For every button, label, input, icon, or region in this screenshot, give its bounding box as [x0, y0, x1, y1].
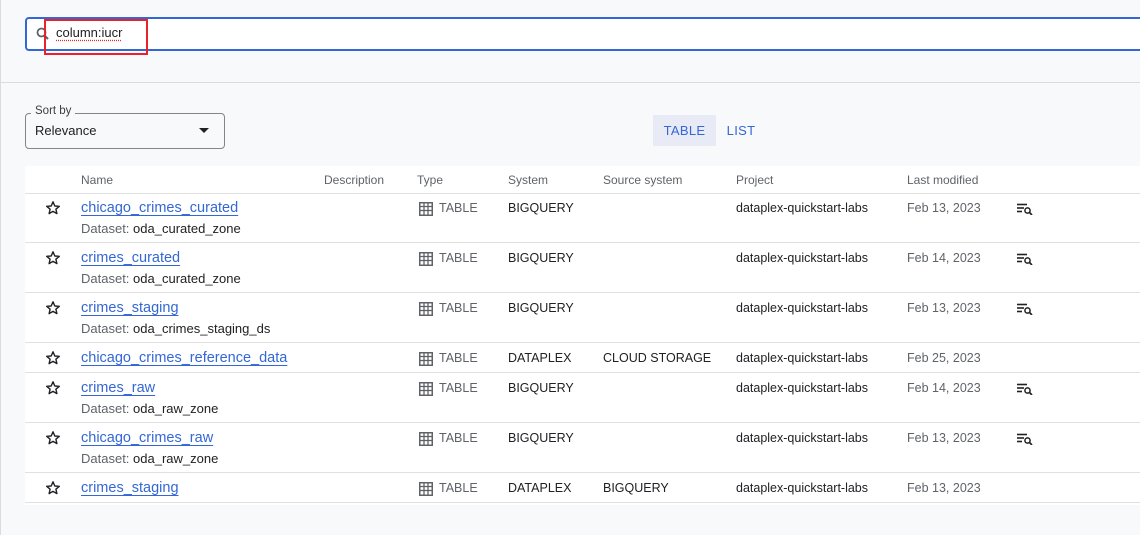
sort-by-label: Sort by	[31, 105, 76, 117]
entry-name-link[interactable]: crimes_raw	[81, 380, 155, 396]
entry-project: dataplex-quickstart-labs	[736, 251, 869, 265]
entry-name-link[interactable]: chicago_crimes_reference_data	[81, 350, 287, 366]
entry-project: dataplex-quickstart-labs	[736, 201, 869, 215]
table-row: crimes_raw Dataset: oda_raw_zone TABLE BIGQ…	[25, 373, 1140, 423]
entry-dataset: Dataset: oda_curated_zone	[81, 271, 241, 286]
entry-project: dataplex-quickstart-labs	[736, 431, 869, 445]
entry-type: TABLE	[439, 301, 478, 315]
entry-type: TABLE	[439, 481, 478, 495]
star-icon[interactable]	[45, 200, 61, 216]
table-row: crimes_staging Dataset: oda_crimes_stagin…	[25, 293, 1140, 343]
entry-system: BIGQUERY	[508, 251, 574, 265]
table-icon	[419, 482, 433, 496]
table-icon	[419, 302, 433, 316]
entry-system: DATAPLEX	[508, 481, 572, 495]
entry-system: BIGQUERY	[508, 381, 574, 395]
dataset-label: Dataset:	[81, 401, 130, 416]
dataset-value: oda_raw_zone	[133, 451, 219, 466]
dataset-value: oda_crimes_staging_ds	[133, 321, 271, 336]
header-type: Type	[417, 173, 444, 187]
entry-last-modified: Feb 13, 2023	[907, 301, 981, 315]
entry-system: DATAPLEX	[508, 351, 572, 365]
entry-project: dataplex-quickstart-labs	[736, 301, 869, 315]
header-project: Project	[736, 173, 774, 187]
header-name[interactable]: Name	[81, 173, 113, 187]
entry-type: TABLE	[439, 381, 478, 395]
data-profile-icon[interactable]	[1017, 383, 1033, 395]
table-icon	[419, 352, 433, 366]
entry-dataset: Dataset: oda_raw_zone	[81, 451, 218, 466]
data-profile-icon[interactable]	[1017, 303, 1033, 315]
entry-project: dataplex-quickstart-labs	[736, 351, 869, 365]
sort-by-value[interactable]: Relevance	[35, 123, 96, 138]
entry-project: dataplex-quickstart-labs	[736, 381, 869, 395]
entry-type: TABLE	[439, 431, 478, 445]
view-list-button[interactable]: LIST	[721, 115, 761, 146]
dataset-value: oda_curated_zone	[133, 221, 241, 236]
dataset-value: oda_raw_zone	[133, 401, 219, 416]
view-table-button[interactable]: TABLE	[653, 115, 716, 146]
data-profile-icon[interactable]	[1017, 253, 1033, 265]
entry-name-link[interactable]: crimes_staging	[81, 480, 179, 496]
header-source-system: Source system	[603, 173, 683, 187]
highlight-annotation	[44, 19, 148, 55]
star-icon[interactable]	[45, 380, 61, 396]
table-header: Name Description Type System Source syst…	[25, 166, 1140, 194]
entry-name-link[interactable]: chicago_crimes_curated	[81, 200, 238, 216]
header-system: System	[508, 173, 549, 187]
table-icon	[419, 432, 433, 446]
header-description: Description	[324, 173, 385, 187]
entry-last-modified: Feb 13, 2023	[907, 481, 981, 495]
entry-system: BIGQUERY	[508, 301, 574, 315]
entry-dataset: Dataset: oda_crimes_staging_ds	[81, 321, 270, 336]
dropdown-caret-icon[interactable]	[199, 128, 209, 133]
search-box[interactable]: column:iucr	[25, 17, 1140, 51]
table-row: chicago_crimes_reference_data TABLE DATAPL…	[25, 343, 1140, 373]
table-row: crimes_staging TABLE DATAPLEX BIGQUERY datap…	[25, 473, 1140, 503]
dataset-label: Dataset:	[81, 451, 130, 466]
dataset-label: Dataset:	[81, 271, 130, 286]
table-row: chicago_crimes_raw Dataset: oda_raw_zone T…	[25, 423, 1140, 473]
entry-type: TABLE	[439, 251, 478, 265]
entry-type: TABLE	[439, 201, 478, 215]
entry-dataset: Dataset: oda_curated_zone	[81, 221, 241, 236]
star-icon[interactable]	[45, 480, 61, 496]
entry-name-link[interactable]: crimes_curated	[81, 250, 180, 266]
entry-type: TABLE	[439, 351, 478, 365]
dataset-value: oda_curated_zone	[133, 271, 241, 286]
star-icon[interactable]	[45, 300, 61, 316]
entry-system: BIGQUERY	[508, 201, 574, 215]
entry-last-modified: Feb 14, 2023	[907, 381, 981, 395]
data-profile-icon[interactable]	[1017, 433, 1033, 445]
table-icon	[419, 252, 433, 266]
entry-name-link[interactable]: crimes_staging	[81, 300, 179, 316]
entry-name-link[interactable]: chicago_crimes_raw	[81, 430, 213, 446]
entry-source-system: CLOUD STORAGE	[603, 351, 712, 365]
dataset-label: Dataset:	[81, 321, 130, 336]
entry-project: dataplex-quickstart-labs	[736, 481, 869, 495]
entry-last-modified: Feb 13, 2023	[907, 201, 981, 215]
data-profile-icon[interactable]	[1017, 203, 1033, 215]
table-row: chicago_crimes_curated Dataset: oda_curat…	[25, 193, 1140, 243]
dataset-label: Dataset:	[81, 221, 130, 236]
header-last-modified[interactable]: Last modified	[907, 173, 978, 187]
entry-last-modified: Feb 14, 2023	[907, 251, 981, 265]
star-icon[interactable]	[45, 350, 61, 366]
entry-last-modified: Feb 25, 2023	[907, 351, 981, 365]
table-icon	[419, 382, 433, 396]
results-table: Name Description Type System Source syst…	[25, 166, 1140, 505]
star-icon[interactable]	[45, 250, 61, 266]
entry-dataset: Dataset: oda_raw_zone	[81, 401, 218, 416]
entry-source-system: BIGQUERY	[603, 481, 669, 495]
entry-system: BIGQUERY	[508, 431, 574, 445]
table-row: crimes_curated Dataset: oda_curated_zone T…	[25, 243, 1140, 293]
star-icon[interactable]	[45, 430, 61, 446]
table-icon	[419, 202, 433, 216]
entry-last-modified: Feb 13, 2023	[907, 431, 981, 445]
